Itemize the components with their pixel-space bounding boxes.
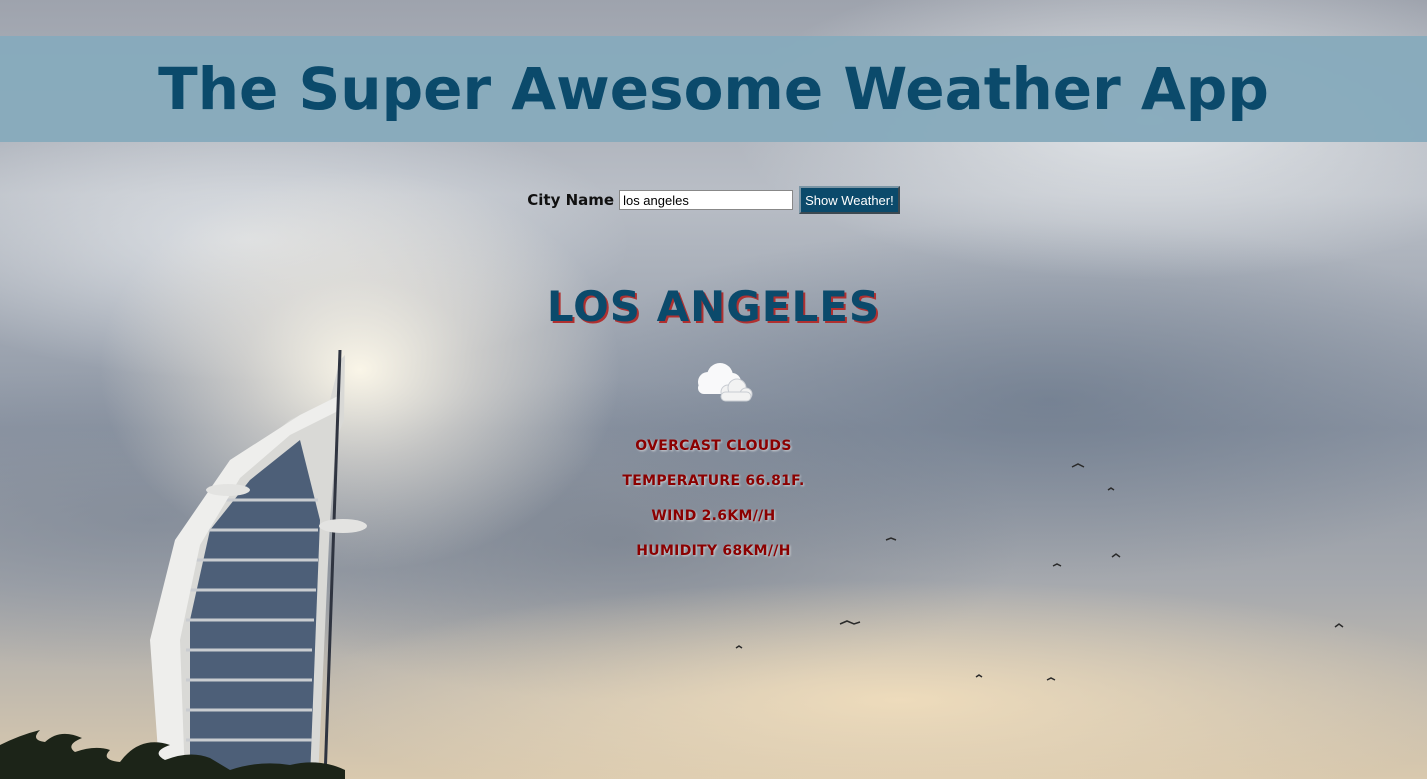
temperature-label: TEMPERATURE: [622, 473, 741, 489]
birds-illustration: [735, 463, 1344, 681]
wind-value: 2.6KM//H: [701, 508, 776, 524]
temperature-value: 66.81F.: [745, 473, 805, 489]
city-name-label: City Name: [527, 191, 615, 209]
wind-row: WIND 2.6KM//H: [0, 508, 1427, 524]
city-search-form: City Name Show Weather!: [0, 186, 1427, 214]
city-name-heading: LOS ANGELES: [546, 282, 881, 331]
palm-trees-illustration: [0, 730, 345, 779]
humidity-row: HUMIDITY 68KM//H: [0, 543, 1427, 559]
humidity-label: HUMIDITY: [636, 543, 718, 559]
show-weather-button[interactable]: Show Weather!: [799, 186, 900, 214]
app-title: The Super Awesome Weather App: [158, 55, 1269, 123]
humidity-value: 68KM//H: [722, 543, 791, 559]
hotel-tower-illustration: [150, 349, 367, 779]
wind-label: WIND: [651, 508, 697, 524]
city-name-input[interactable]: [619, 190, 794, 210]
temperature-row: TEMPERATURE 66.81F.: [0, 473, 1427, 489]
overcast-clouds-icon: [698, 363, 753, 402]
header-bar: The Super Awesome Weather App: [0, 36, 1427, 142]
weather-description: OVERCAST CLOUDS: [635, 438, 792, 454]
